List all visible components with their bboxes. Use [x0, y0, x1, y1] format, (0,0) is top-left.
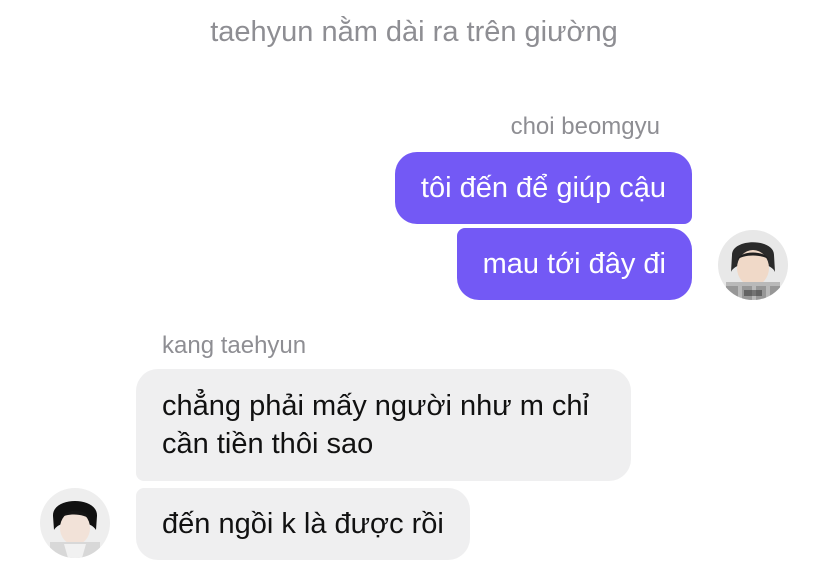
avatar-photo-icon — [40, 488, 110, 558]
message-bubble-incoming[interactable]: đến ngồi k là được rồi — [136, 488, 470, 560]
message-bubble-outgoing[interactable]: tôi đến để giúp cậu — [394, 152, 692, 224]
avatar-photo-icon — [718, 230, 788, 300]
avatar-choi-beomgyu[interactable] — [718, 230, 788, 300]
avatar-kang-taehyun[interactable] — [40, 488, 110, 558]
event-text: taehyun nằm dài ra trên giường — [210, 16, 618, 48]
message-bubble-outgoing[interactable]: mau tới đây đi — [456, 228, 692, 300]
message-bubble-incoming[interactable]: chẳng phải mấy người như m chỉ cần tiền … — [136, 369, 631, 481]
sender-name-choi-beomgyu: choi beomgyu — [510, 113, 660, 140]
sender-name-kang-taehyun: kang taehyun — [162, 332, 307, 359]
